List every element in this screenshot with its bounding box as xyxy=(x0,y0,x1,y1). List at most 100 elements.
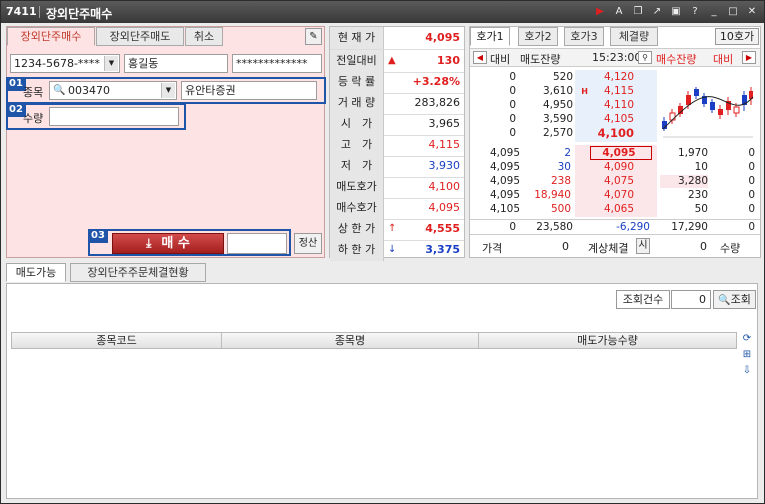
qty-input[interactable] xyxy=(49,107,179,126)
account-select[interactable]: 1234-5678-**** ▼ xyxy=(10,54,120,73)
ask-diff: 0 xyxy=(509,113,516,125)
footer-price-value: 0 xyxy=(562,240,569,253)
stock-code: 003470 xyxy=(68,84,110,97)
window-title: 장외단주매수 xyxy=(46,7,113,21)
quote-row: 매수호가 4,095 xyxy=(330,197,464,220)
total-left: 0 xyxy=(509,221,516,233)
magnify-icon[interactable]: ⚲ xyxy=(638,51,652,64)
totals-row: 0 23,580 -6,290 17,290 0 xyxy=(470,219,760,234)
buy-button[interactable]: ⤓ 매 수 xyxy=(112,233,224,254)
quote-value: +3.28% xyxy=(412,75,460,88)
price-input[interactable] xyxy=(227,233,287,254)
tab-sellable[interactable]: 매도가능 xyxy=(6,263,66,282)
quote-row: 전일대비 ▲ 130 xyxy=(330,50,464,73)
tab-sell[interactable]: 장외단주매도 xyxy=(96,27,184,46)
bid-qty: 230 xyxy=(687,189,708,201)
col-stock-name[interactable]: 종목명 xyxy=(222,333,479,348)
font-icon[interactable]: A xyxy=(611,5,627,19)
badge-03: 03 xyxy=(89,229,108,243)
tab-volume[interactable]: 체결량 xyxy=(610,27,658,46)
col-stock-code[interactable]: 종목코드 xyxy=(12,333,222,348)
quote-value: 3,375 xyxy=(425,243,460,256)
quote-label: 현 재 가 xyxy=(330,27,384,49)
bid-mid: 30 xyxy=(557,161,571,173)
quote-label: 매도호가 xyxy=(330,176,384,198)
down-arrow-icon: ↓ xyxy=(388,244,397,255)
query-button[interactable]: 🔍조회 xyxy=(713,290,756,309)
quote-row: 매도호가 4,100 xyxy=(330,176,464,199)
high-mark: H xyxy=(581,87,588,96)
bid-qty: 10 xyxy=(694,161,708,173)
play-icon[interactable]: ▶ xyxy=(592,5,608,19)
window-icon[interactable]: ▣ xyxy=(668,5,684,19)
header-daebi-left: 대비 xyxy=(490,53,511,66)
bid-price[interactable]: 4,090 xyxy=(590,161,634,174)
tool-icon[interactable]: ✎ xyxy=(305,28,322,45)
quote-label: 고 가 xyxy=(330,134,384,156)
ask-total: 23,580 xyxy=(536,221,573,233)
header-ask: 매도잔량 xyxy=(520,53,561,66)
minimize-icon[interactable]: _ xyxy=(706,5,722,19)
grid-header: 종목코드 종목명 매도가능수량 xyxy=(11,332,737,349)
quote-label: 전일대비 xyxy=(330,50,384,72)
title-bar: 7411 장외단주매수 ▶ A ❐ ↗ ▣ ? _ □ ✕ xyxy=(1,1,764,23)
col-sellable-qty[interactable]: 매도가능수량 xyxy=(479,333,736,348)
ask-price[interactable]: 4,115 xyxy=(590,85,634,98)
bid-mid: 238 xyxy=(550,175,571,187)
link-icon[interactable]: ↗ xyxy=(649,5,665,19)
ask-price[interactable]: 4,100 xyxy=(590,127,634,140)
close-icon[interactable]: ✕ xyxy=(744,5,760,19)
maximize-icon[interactable]: □ xyxy=(725,5,741,19)
header-bid: 매수잔량 xyxy=(656,53,697,66)
tab-cancel[interactable]: 취소 xyxy=(185,27,223,46)
bid-diff: 0 xyxy=(748,175,755,187)
tab-hoga3[interactable]: 호가3 xyxy=(564,27,604,46)
ask-qty: 3,610 xyxy=(542,85,573,97)
search-icon: 🔍 xyxy=(718,295,731,306)
quote-value: 4,115 xyxy=(428,138,461,151)
search-icon[interactable]: 🔍 xyxy=(53,82,65,99)
bid-price[interactable]: 4,075 xyxy=(590,175,634,188)
chevron-down-icon[interactable]: ▼ xyxy=(161,83,175,98)
bid-left: 4,095 xyxy=(489,161,520,173)
calc-button[interactable]: 시 xyxy=(636,238,650,254)
refresh-icon[interactable]: ⟳ xyxy=(740,332,754,346)
total-diff: -6,290 xyxy=(616,221,650,233)
ask-qty: 520 xyxy=(552,71,573,83)
export-icon[interactable]: ⊞ xyxy=(740,348,754,362)
copy-icon[interactable]: ❐ xyxy=(630,5,646,19)
ask-price[interactable]: 4,110 xyxy=(590,99,634,112)
help-icon[interactable]: ? xyxy=(687,5,703,19)
bid-price[interactable]: 4,095 xyxy=(590,147,648,160)
tab-hoga2[interactable]: 호가2 xyxy=(518,27,558,46)
bid-diff: 0 xyxy=(748,161,755,173)
bid-price[interactable]: 4,070 xyxy=(590,189,634,202)
quote-label: 시 가 xyxy=(330,113,384,135)
settle-button[interactable]: 정산 xyxy=(294,233,322,254)
footer-qty-value: 0 xyxy=(700,240,707,253)
header-time: 15:23:00 xyxy=(592,51,642,64)
quote-label: 상 한 가 xyxy=(330,218,384,240)
quote-value: 4,100 xyxy=(428,180,461,193)
chevron-down-icon[interactable]: ▼ xyxy=(104,56,118,71)
mini-candle-chart xyxy=(662,87,754,138)
hoga-header: ◀ 대비 매도잔량 15:23:00 ⚲ 매수잔량 대비 ▶ xyxy=(470,48,760,67)
quote-row: 하 한 가 ↓ 3,375 xyxy=(330,239,464,262)
password-field[interactable]: ************* xyxy=(232,54,322,73)
quote-label: 저 가 xyxy=(330,155,384,177)
stock-name: 유안타증권 xyxy=(181,81,317,100)
bid-mid: 500 xyxy=(550,203,571,215)
bottom-panel: 매도가능 장외단주주문체결현황 조회건수 0 🔍조회 종목코드 종목명 매도가능… xyxy=(6,263,758,499)
ten-hoga-button[interactable]: 10호가 xyxy=(715,28,759,45)
tab-buy[interactable]: 장외단주매수 xyxy=(7,27,95,46)
tab-order-status[interactable]: 장외단주주문체결현황 xyxy=(70,263,206,282)
bid-price[interactable]: 4,065 xyxy=(590,203,634,216)
left-arrow-icon[interactable]: ◀ xyxy=(473,51,487,64)
quote-row: 거 래 량 283,826 xyxy=(330,92,464,115)
ask-price[interactable]: 4,120 xyxy=(590,71,634,84)
tab-hoga1[interactable]: 호가1 xyxy=(470,27,510,46)
stock-code-field[interactable]: 🔍 003470 ▼ xyxy=(49,81,177,100)
ask-price[interactable]: 4,105 xyxy=(590,113,634,126)
right-arrow-icon[interactable]: ▶ xyxy=(742,51,756,64)
download-icon[interactable]: ⇩ xyxy=(740,364,754,378)
